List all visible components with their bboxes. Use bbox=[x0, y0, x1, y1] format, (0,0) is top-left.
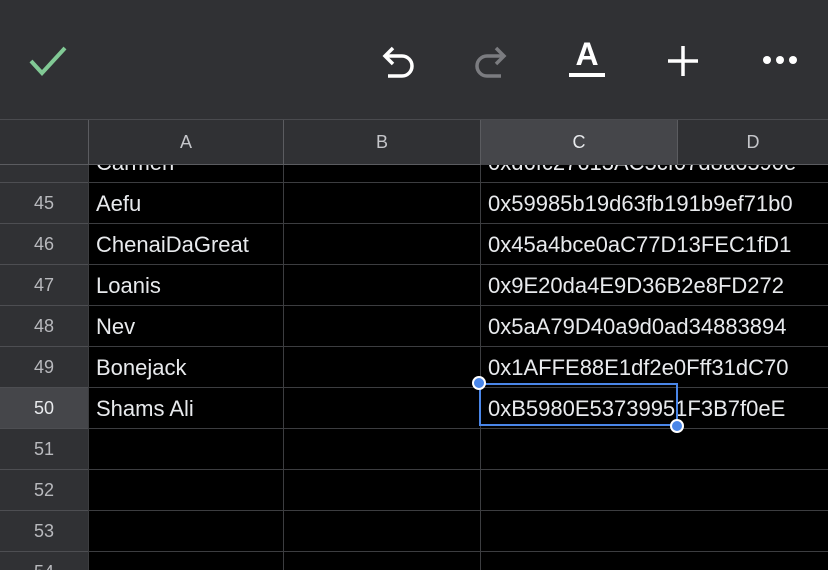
column-header-a[interactable]: A bbox=[88, 120, 283, 165]
cell-c[interactable]: 0x9E20da4E9D36B2e8FD272 bbox=[480, 265, 828, 306]
cell-c[interactable] bbox=[480, 470, 828, 511]
spreadsheet-grid: Carmen 0xd6fc27613AC5cf07d8a6590e 45 Aef… bbox=[0, 165, 828, 570]
cell-a[interactable] bbox=[88, 552, 283, 570]
more-options-icon[interactable] bbox=[762, 54, 798, 66]
toolbar: A bbox=[0, 0, 828, 119]
cell-a[interactable]: Carmen bbox=[88, 165, 283, 183]
underline-bar bbox=[569, 73, 605, 77]
cell-c[interactable]: 0x45a4bce0aC77D13FEC1fD1 bbox=[480, 224, 828, 265]
checkmark-icon[interactable] bbox=[28, 44, 68, 78]
row-number[interactable] bbox=[0, 165, 88, 183]
selection-handle-top-left[interactable] bbox=[472, 376, 486, 390]
row-number[interactable]: 46 bbox=[0, 224, 88, 265]
text-format-icon[interactable]: A bbox=[569, 38, 605, 78]
cell-b[interactable] bbox=[283, 552, 480, 570]
undo-icon[interactable] bbox=[378, 44, 416, 78]
cell-b[interactable] bbox=[283, 429, 480, 470]
cell-b[interactable] bbox=[283, 388, 480, 429]
cell-b[interactable] bbox=[283, 511, 480, 552]
plus-icon[interactable] bbox=[665, 43, 701, 79]
column-header-d[interactable]: D bbox=[677, 120, 828, 165]
cell-c[interactable]: 0xB5980E53739951F3B7f0eE bbox=[480, 388, 828, 429]
cell-c[interactable] bbox=[480, 552, 828, 570]
cell-a[interactable] bbox=[88, 470, 283, 511]
row-number[interactable]: 45 bbox=[0, 183, 88, 224]
row-number[interactable]: 49 bbox=[0, 347, 88, 388]
cell-c[interactable]: 0xd6fc27613AC5cf07d8a6590e bbox=[480, 165, 828, 183]
selection-handle-bottom-right[interactable] bbox=[670, 419, 684, 433]
cell-a[interactable] bbox=[88, 511, 283, 552]
cell-a[interactable] bbox=[88, 429, 283, 470]
cell-b[interactable] bbox=[283, 183, 480, 224]
table-row: 52 bbox=[0, 470, 828, 511]
cell-b[interactable] bbox=[283, 347, 480, 388]
table-row: 46 ChenaiDaGreat 0x45a4bce0aC77D13FEC1fD… bbox=[0, 224, 828, 265]
cell-a[interactable]: Nev bbox=[88, 306, 283, 347]
text-format-glyph: A bbox=[575, 36, 599, 72]
cell-a[interactable]: ChenaiDaGreat bbox=[88, 224, 283, 265]
select-all-corner[interactable] bbox=[0, 120, 88, 165]
table-row: 53 bbox=[0, 511, 828, 552]
row-number[interactable]: 51 bbox=[0, 429, 88, 470]
table-row: 54 bbox=[0, 552, 828, 570]
row-number[interactable]: 52 bbox=[0, 470, 88, 511]
row-number[interactable]: 48 bbox=[0, 306, 88, 347]
cell-c[interactable] bbox=[480, 511, 828, 552]
column-header-c[interactable]: C bbox=[480, 120, 677, 165]
row-number[interactable]: 50 bbox=[0, 388, 88, 429]
table-row: 51 bbox=[0, 429, 828, 470]
cell-a[interactable]: Shams Ali bbox=[88, 388, 283, 429]
cell-b[interactable] bbox=[283, 306, 480, 347]
table-row: 49 Bonejack 0x1AFFE88E1df2e0Fff31dC70 bbox=[0, 347, 828, 388]
table-row: Carmen 0xd6fc27613AC5cf07d8a6590e bbox=[0, 165, 828, 183]
cell-b[interactable] bbox=[283, 470, 480, 511]
cell-b[interactable] bbox=[283, 224, 480, 265]
table-row: 50 Shams Ali 0xB5980E53739951F3B7f0eE bbox=[0, 388, 828, 429]
cell-c[interactable]: 0x5aA79D40a9d0ad34883894 bbox=[480, 306, 828, 347]
cell-a[interactable]: Aefu bbox=[88, 183, 283, 224]
row-number[interactable]: 47 bbox=[0, 265, 88, 306]
table-row: 47 Loanis 0x9E20da4E9D36B2e8FD272 bbox=[0, 265, 828, 306]
column-header-b[interactable]: B bbox=[283, 120, 480, 165]
table-row: 45 Aefu 0x59985b19d63fb191b9ef71b0 bbox=[0, 183, 828, 224]
cell-c[interactable]: 0x59985b19d63fb191b9ef71b0 bbox=[480, 183, 828, 224]
redo-icon[interactable] bbox=[473, 44, 511, 78]
cell-a[interactable]: Bonejack bbox=[88, 347, 283, 388]
cell-c[interactable] bbox=[480, 429, 828, 470]
row-number[interactable]: 54 bbox=[0, 552, 88, 570]
column-header-bar: A B C D bbox=[0, 119, 828, 165]
cell-b[interactable] bbox=[283, 265, 480, 306]
cell-a[interactable]: Loanis bbox=[88, 265, 283, 306]
row-number[interactable]: 53 bbox=[0, 511, 88, 552]
cell-c[interactable]: 0x1AFFE88E1df2e0Fff31dC70 bbox=[480, 347, 828, 388]
cell-b[interactable] bbox=[283, 165, 480, 183]
table-row: 48 Nev 0x5aA79D40a9d0ad34883894 bbox=[0, 306, 828, 347]
